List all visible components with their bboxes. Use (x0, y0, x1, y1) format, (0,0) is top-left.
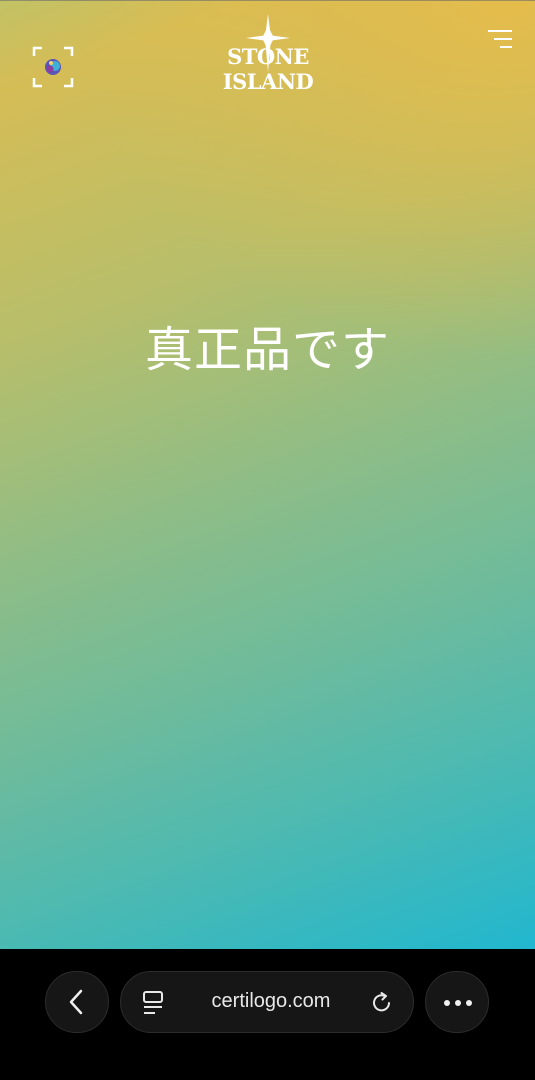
more-options-button[interactable] (425, 971, 489, 1033)
hamburger-menu-icon (488, 30, 512, 48)
chevron-left-icon (69, 989, 83, 1015)
brand-name: STONE ISLAND (222, 44, 314, 94)
url-text[interactable]: certilogo.com (191, 990, 351, 1013)
back-button[interactable] (45, 971, 109, 1033)
top-divider (0, 0, 535, 1)
scan-target-icon (32, 46, 74, 88)
address-bar[interactable]: certilogo.com (120, 971, 414, 1033)
brand-logo[interactable]: STONE ISLAND (186, 12, 350, 94)
menu-button[interactable] (485, 28, 515, 50)
scan-button[interactable] (32, 46, 74, 88)
browser-toolbar: certilogo.com (0, 949, 535, 1080)
reload-icon[interactable] (369, 990, 395, 1016)
authenticity-result: 真正品です (144, 322, 390, 378)
page-viewport: STONE ISLAND 真正品です (0, 0, 535, 949)
page-tabs-icon[interactable] (141, 990, 165, 1016)
more-dots-icon (444, 1000, 472, 1006)
